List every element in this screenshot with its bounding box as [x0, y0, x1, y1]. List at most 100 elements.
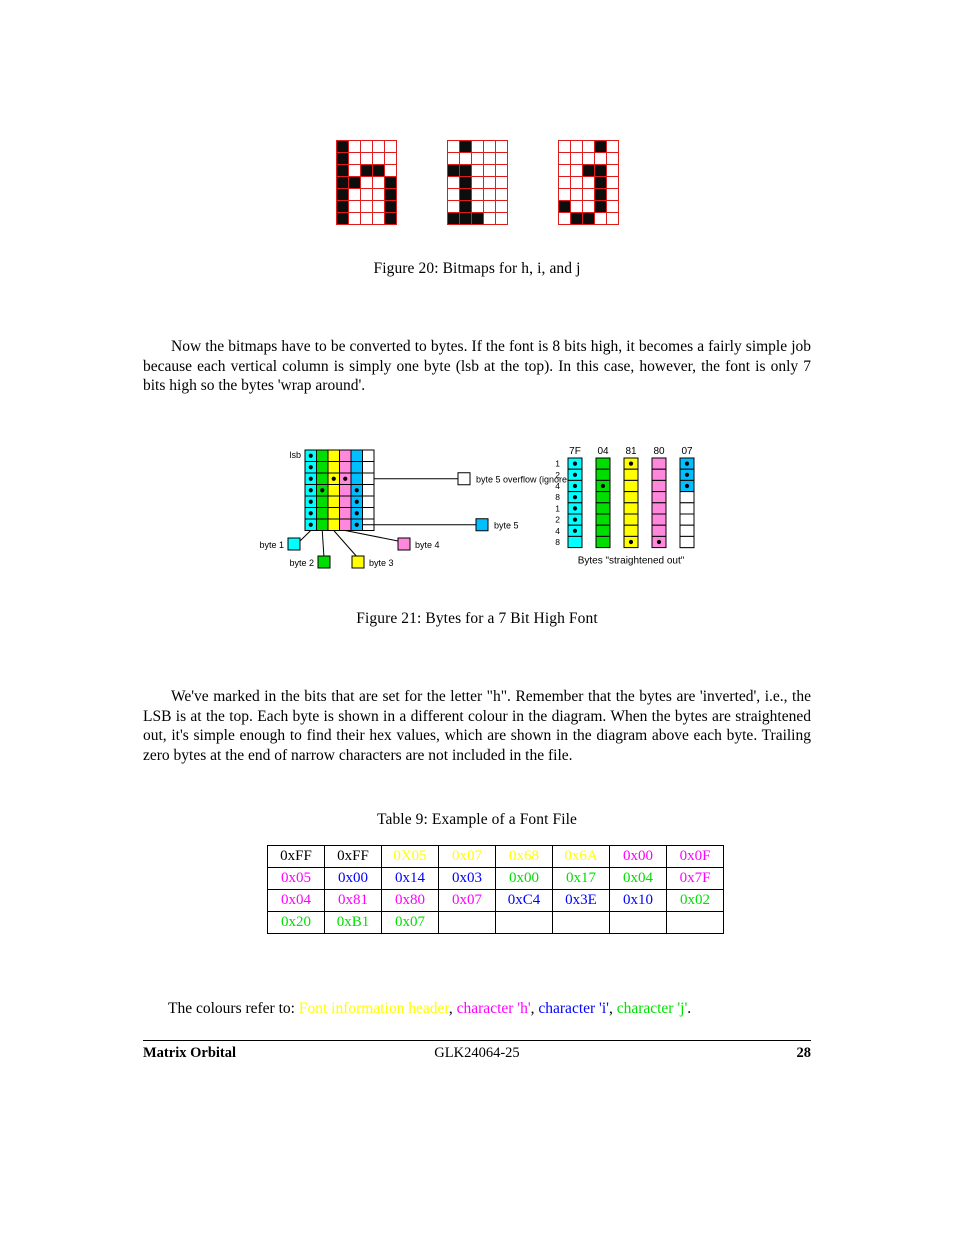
- grid-cell: [327, 518, 340, 531]
- bitmap-pixel: [471, 177, 484, 189]
- straightened-cell: [651, 524, 667, 537]
- bitmap-grid-j: [557, 140, 619, 225]
- byte-cell: 0x20: [267, 911, 325, 934]
- byte-cell: 0x00: [495, 867, 553, 890]
- bitmap-pixel: [570, 201, 583, 213]
- byte-cell: 0x07: [438, 845, 496, 868]
- bitmap-pixel: [447, 153, 460, 165]
- straightened-cell: [595, 491, 611, 504]
- bitmap-pixel: [558, 153, 571, 165]
- footer-model: GLK24064-25: [434, 1045, 520, 1061]
- bit-dot: [572, 517, 578, 522]
- byte-cell: [666, 911, 724, 934]
- bitmap-pixel: [384, 177, 397, 189]
- byte-cell: 0x68: [495, 845, 553, 868]
- bit-dot: [572, 495, 578, 500]
- bitmap-pixel: [570, 165, 583, 177]
- bitmap-pixel: [558, 177, 571, 189]
- grid-cell: [316, 495, 329, 508]
- bitmap-pixel: [360, 189, 373, 201]
- bitmap-pixel: [483, 141, 496, 153]
- byte-cell: 0x81: [324, 889, 382, 912]
- diagram-label: byte 2: [289, 558, 314, 568]
- colour-note-separator: ,: [608, 1000, 617, 1017]
- bitmap-pixel: [360, 201, 373, 213]
- bit-dot: [684, 461, 690, 466]
- bitmap-pixel: [459, 177, 472, 189]
- diagram-label: 04: [597, 446, 609, 457]
- legend-swatch-byte1: [287, 537, 301, 551]
- byte-cell: 0X05: [381, 845, 439, 868]
- straightened-cell: [595, 457, 611, 470]
- bitmap-pixel: [336, 177, 349, 189]
- grid-cell: [339, 507, 352, 520]
- bitmap-pixel: [348, 141, 361, 153]
- diagram-label: byte 3: [369, 558, 394, 568]
- grid-cell: [327, 461, 340, 474]
- straightened-cell: [595, 524, 611, 537]
- bitmap-pixel: [447, 201, 460, 213]
- bitmap-pixel: [582, 153, 595, 165]
- connector-byte3: [333, 530, 359, 559]
- figure-20-caption: Figure 20: Bitmaps for h, i, and j: [373, 260, 581, 277]
- bit-dot: [308, 465, 313, 470]
- byte-cell: 0x6A: [552, 845, 610, 868]
- connector-byte1: [299, 530, 312, 542]
- grid-cell: [339, 484, 352, 497]
- bitmap-grid-i: [446, 140, 508, 225]
- byte-cell: 0x80: [381, 889, 439, 912]
- byte-cell: 0x0F: [666, 845, 724, 868]
- straightened-cell-empty: [679, 502, 695, 515]
- bit-dot: [308, 522, 313, 527]
- bitmap-pixel: [360, 177, 373, 189]
- diagram-label: byte 4: [415, 540, 440, 550]
- legend-swatch-byte4: [397, 537, 411, 551]
- byte-cell: 0x00: [609, 845, 667, 868]
- grid-cell: [350, 472, 363, 485]
- byte-cell: [495, 911, 553, 934]
- bitmap-pixel: [582, 201, 595, 213]
- colour-note-intro: The colours refer to:: [168, 1000, 299, 1017]
- grid-cell: [339, 495, 352, 508]
- byte-cell: 0x17: [552, 867, 610, 890]
- grid-cell: [327, 507, 340, 520]
- bit-dot: [320, 488, 325, 493]
- bitmap-pixel: [483, 177, 496, 189]
- grid-cell: [362, 472, 375, 485]
- bit-dot: [628, 539, 634, 545]
- bitmap-pixel: [558, 213, 571, 225]
- bitmap-pixel: [372, 189, 385, 201]
- bitmap-pixel: [372, 141, 385, 153]
- legend-swatch-byte2: [317, 555, 331, 569]
- bitmap-pixel: [384, 141, 397, 153]
- bit-dot: [308, 499, 313, 504]
- diagram-label: 1: [555, 503, 560, 513]
- straightened-cell: [623, 513, 639, 526]
- bit-dot: [354, 488, 359, 493]
- document-page: Figure 20: Bitmaps for h, i, and j Now t…: [0, 0, 954, 1235]
- colour-note-separator: .: [687, 1000, 692, 1017]
- wrapped-byte-grid: [304, 449, 375, 531]
- bitmap-pixel: [558, 201, 571, 213]
- legend-swatch-overflow: [457, 472, 471, 486]
- bitmap-pixel: [384, 165, 397, 177]
- straightened-cell: [595, 502, 611, 515]
- bitmap-pixel: [483, 165, 496, 177]
- bit-dot: [308, 511, 313, 516]
- grid-cell: [316, 507, 329, 520]
- bitmap-pixel: [348, 189, 361, 201]
- bit-dot: [600, 483, 606, 489]
- paragraph-marked-bits: We've marked in the bits that are set fo…: [143, 688, 811, 764]
- byte-cell: [552, 911, 610, 934]
- bit-dot: [354, 522, 359, 527]
- bitmap-pixel: [483, 153, 496, 165]
- colour-note-item: character 'h': [456, 1000, 531, 1017]
- bitmap-pixel: [606, 141, 619, 153]
- diagram-label: byte 5: [494, 520, 519, 530]
- bitmap-pixel: [459, 141, 472, 153]
- bitmap-pixel: [459, 201, 472, 213]
- straightened-cell-empty: [679, 524, 695, 537]
- diagram-label: 1: [555, 459, 560, 469]
- grid-cell: [316, 472, 329, 485]
- colour-note-item: character 'j': [616, 1000, 688, 1017]
